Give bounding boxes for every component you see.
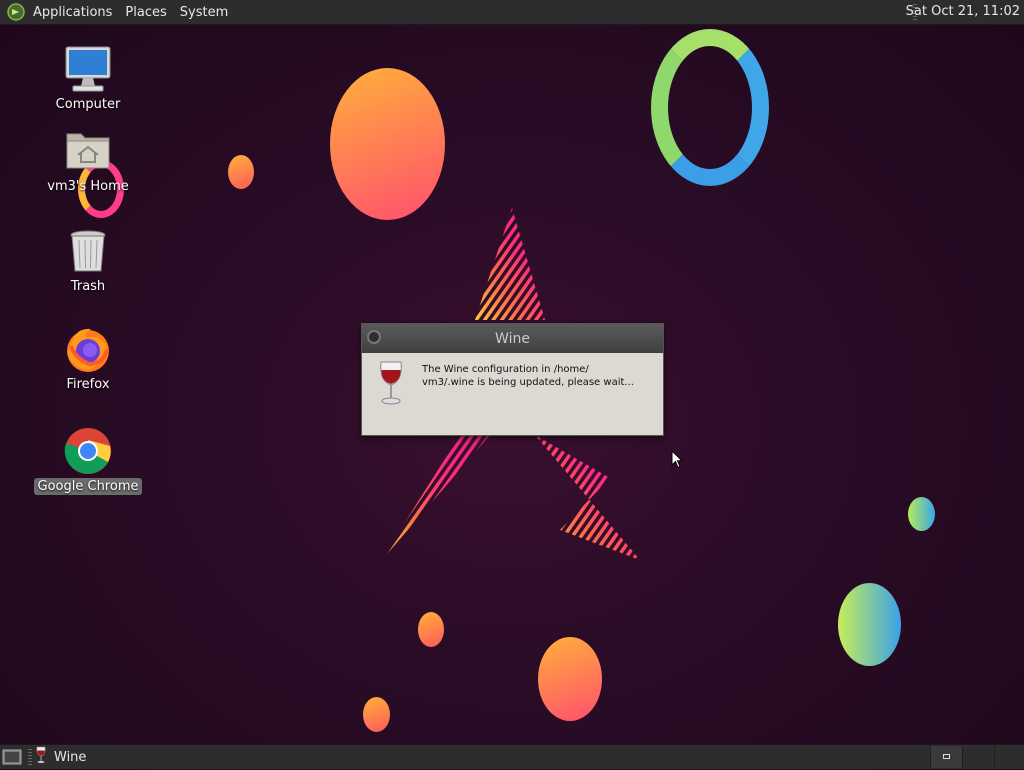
- wallpaper-orange-oval-large: [330, 68, 445, 220]
- bottom-panel: Wine: [0, 744, 1024, 769]
- wallpaper-orange-dot-3: [363, 697, 390, 732]
- wallpaper-orange-oval-2: [538, 637, 602, 721]
- wallpaper-orange-dot: [228, 155, 254, 189]
- desktop-icon-label: vm3's Home: [47, 179, 129, 194]
- desktop-icon-trash[interactable]: Trash: [33, 226, 143, 295]
- menu-system[interactable]: System: [180, 5, 228, 20]
- wine-glass-icon: [378, 359, 404, 407]
- dialog-message: The Wine configuration in /home/ vm3/.wi…: [422, 363, 652, 389]
- desktop-icon-home[interactable]: vm3's Home: [33, 126, 143, 195]
- panel-separator: [28, 749, 32, 765]
- workspace-2[interactable]: [962, 746, 994, 768]
- home-folder-icon: [63, 126, 113, 176]
- mouse-cursor-icon: [671, 450, 683, 469]
- chrome-icon: [63, 426, 113, 476]
- trash-icon: [63, 226, 113, 276]
- close-icon[interactable]: [367, 330, 381, 344]
- firefox-icon: [63, 324, 113, 374]
- wallpaper-ring-large: [651, 29, 769, 186]
- desktop-icon-computer[interactable]: Computer: [33, 44, 143, 113]
- dialog-body: The Wine configuration in /home/ vm3/.wi…: [362, 353, 663, 434]
- desktop-icon-firefox[interactable]: Firefox: [33, 324, 143, 393]
- mate-logo-icon[interactable]: [7, 3, 25, 21]
- taskbar-item-label: Wine: [54, 749, 87, 765]
- desktop-icon-label: Google Chrome: [33, 478, 143, 495]
- wallpaper-orange-dot-2: [418, 612, 444, 647]
- desktop-icon-chrome[interactable]: Google Chrome: [33, 426, 143, 495]
- dialog-message-line: vm3/.wine is being updated, please wait.…: [422, 377, 634, 388]
- wine-glass-icon: [36, 746, 46, 768]
- desktop-icon-label: Computer: [55, 97, 121, 112]
- workspace-1[interactable]: [930, 746, 962, 768]
- dialog-message-line: The Wine configuration in /home/: [422, 364, 589, 375]
- computer-icon: [63, 44, 113, 94]
- desktop-icon-label: Firefox: [66, 377, 110, 392]
- wine-dialog[interactable]: Wine The Wine configuration in /home/ vm…: [361, 323, 664, 436]
- taskbar-item-wine[interactable]: Wine: [36, 746, 86, 768]
- dialog-title: Wine: [495, 330, 530, 347]
- show-desktop-icon[interactable]: [2, 748, 22, 766]
- wallpaper-green-blue-oval: [838, 583, 901, 666]
- wallpaper-green-blue-dot: [908, 497, 935, 531]
- desktop-icon-label: Trash: [70, 279, 106, 294]
- workspace-3[interactable]: [994, 746, 1024, 768]
- menu-applications[interactable]: Applications: [33, 5, 112, 20]
- top-panel: Applications Places System Sat Oct 21, 1…: [0, 0, 1024, 25]
- clock[interactable]: Sat Oct 21, 11:02: [906, 4, 1020, 19]
- menu-places[interactable]: Places: [125, 5, 166, 20]
- dialog-titlebar[interactable]: Wine: [362, 324, 663, 353]
